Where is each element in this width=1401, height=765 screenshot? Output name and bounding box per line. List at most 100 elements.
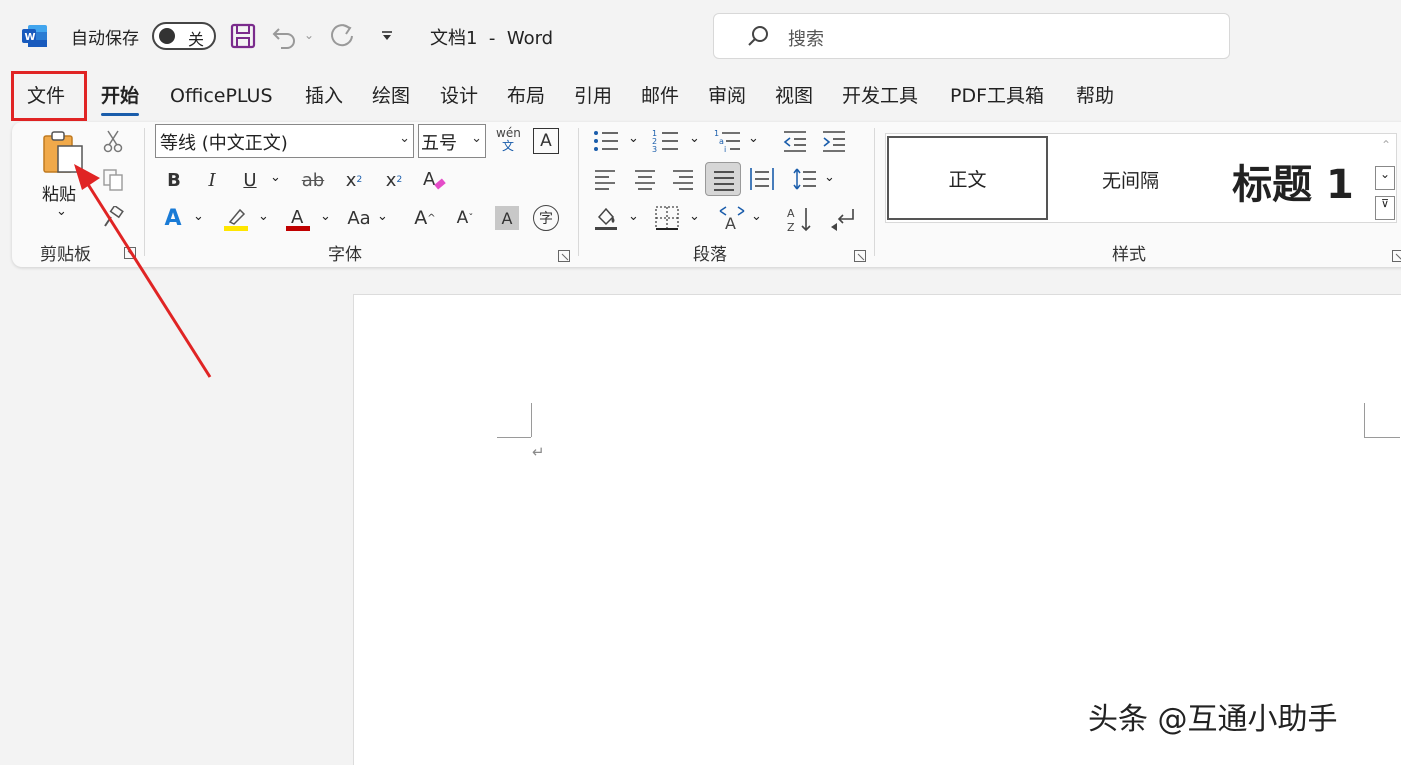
svg-text:i: i bbox=[724, 145, 726, 154]
subscript-icon[interactable]: x2 bbox=[342, 166, 366, 194]
font-color-icon[interactable]: A bbox=[284, 204, 312, 232]
annotation-arrow bbox=[60, 150, 220, 385]
customize-quick-access-icon[interactable] bbox=[372, 20, 402, 52]
sort-icon[interactable]: AZ bbox=[786, 205, 814, 237]
underline-icon[interactable]: U bbox=[238, 166, 262, 194]
word-app-icon: W bbox=[22, 24, 48, 48]
tab-officeplus[interactable]: OfficePLUS bbox=[170, 82, 273, 110]
undo-icon[interactable] bbox=[270, 20, 300, 52]
font-launcher-icon[interactable] bbox=[558, 247, 570, 266]
line-spacing-icon[interactable] bbox=[792, 166, 818, 196]
line-spacing-dropdown-icon[interactable]: ⌄ bbox=[824, 170, 835, 185]
distributed-icon[interactable] bbox=[749, 166, 775, 196]
underline-dropdown-icon[interactable]: ⌄ bbox=[270, 170, 281, 185]
margin-corner-right-h bbox=[1364, 437, 1400, 438]
search-icon bbox=[746, 24, 770, 52]
highlight-color-icon[interactable] bbox=[222, 204, 250, 232]
superscript-icon[interactable]: x2 bbox=[382, 166, 406, 194]
phonetic-guide-icon[interactable]: wén 文 bbox=[496, 127, 520, 153]
toggle-knob bbox=[159, 28, 175, 44]
redo-icon[interactable] bbox=[328, 20, 358, 52]
svg-text:3: 3 bbox=[652, 145, 657, 154]
chinese-layout-icon[interactable]: A bbox=[718, 205, 746, 235]
group-label-paragraph: 段落 bbox=[693, 240, 727, 265]
chinese-layout-dropdown-icon[interactable]: ⌄ bbox=[751, 209, 762, 224]
document-title: 文档1 - Word bbox=[430, 24, 553, 50]
tab-design[interactable]: 设计 bbox=[440, 82, 478, 110]
style-normal-label: 正文 bbox=[889, 165, 1046, 192]
change-case-dropdown-icon[interactable]: ⌄ bbox=[377, 209, 388, 224]
tab-view[interactable]: 视图 bbox=[775, 82, 813, 110]
align-right-icon[interactable] bbox=[671, 167, 695, 195]
file-tab-highlight bbox=[11, 71, 87, 121]
svg-text:A: A bbox=[725, 214, 736, 231]
tab-layout[interactable]: 布局 bbox=[507, 82, 545, 110]
tab-help[interactable]: 帮助 bbox=[1076, 82, 1114, 110]
svg-text:W: W bbox=[25, 32, 36, 43]
autosave-toggle[interactable]: 关 bbox=[152, 22, 216, 50]
borders-icon[interactable] bbox=[654, 205, 680, 235]
numbering-dropdown-icon[interactable]: ⌄ bbox=[689, 131, 700, 146]
font-size-value: 五号 bbox=[421, 133, 457, 154]
styles-scroll-up-icon[interactable]: ⌃ bbox=[1376, 138, 1396, 160]
tab-insert[interactable]: 插入 bbox=[305, 82, 343, 110]
font-color-dropdown-icon[interactable]: ⌄ bbox=[320, 209, 331, 224]
paragraph-launcher-icon[interactable] bbox=[854, 247, 866, 266]
tab-developer[interactable]: 开发工具 bbox=[842, 82, 918, 110]
clear-formatting-icon[interactable]: A bbox=[420, 166, 448, 194]
font-size-select[interactable]: 五号 ⌄ bbox=[418, 124, 486, 158]
style-no-spacing[interactable]: 无间隔 bbox=[1050, 136, 1211, 220]
tab-references[interactable]: 引用 bbox=[574, 82, 612, 110]
styles-more-icon[interactable]: ⊽ bbox=[1375, 196, 1395, 220]
undo-dropdown-icon[interactable]: ⌄ bbox=[304, 28, 314, 42]
tab-pdf-toolbox[interactable]: PDF工具箱 bbox=[950, 82, 1044, 110]
watermark: 头条 @互通小助手 bbox=[1088, 694, 1338, 738]
numbering-icon[interactable]: 123 bbox=[652, 128, 680, 158]
svg-text:A: A bbox=[291, 207, 304, 228]
group-label-styles: 样式 bbox=[1112, 240, 1146, 265]
margin-corner-left-h bbox=[497, 437, 531, 438]
paragraph-mark: ↵ bbox=[532, 443, 545, 461]
save-icon[interactable] bbox=[228, 20, 258, 52]
search-placeholder: 搜索 bbox=[788, 25, 824, 51]
multilevel-dropdown-icon[interactable]: ⌄ bbox=[748, 131, 759, 146]
grow-font-icon[interactable]: A^ bbox=[412, 204, 438, 232]
align-left-icon[interactable] bbox=[593, 167, 617, 195]
align-center-icon[interactable] bbox=[633, 167, 657, 195]
search-box[interactable]: 搜索 bbox=[713, 13, 1230, 59]
autosave-label: 自动保存 bbox=[71, 24, 139, 49]
strikethrough-icon[interactable]: ab bbox=[300, 166, 326, 194]
character-border-icon[interactable]: A bbox=[533, 128, 559, 154]
increase-indent-icon[interactable] bbox=[821, 128, 847, 158]
character-shading-icon[interactable]: A bbox=[495, 206, 519, 230]
svg-text:A: A bbox=[423, 169, 436, 190]
shrink-font-icon[interactable]: Aˇ bbox=[452, 204, 478, 232]
bullets-dropdown-icon[interactable]: ⌄ bbox=[628, 131, 639, 146]
svg-text:Z: Z bbox=[787, 221, 795, 233]
borders-dropdown-icon[interactable]: ⌄ bbox=[689, 209, 700, 224]
group-label-font: 字体 bbox=[328, 240, 362, 265]
justify-icon bbox=[712, 168, 736, 192]
justify-button[interactable] bbox=[705, 162, 741, 196]
tab-draw[interactable]: 绘图 bbox=[372, 82, 410, 110]
margin-corner-right bbox=[1364, 403, 1365, 437]
show-paragraph-marks-icon[interactable] bbox=[829, 205, 857, 237]
styles-scroll-down-icon[interactable]: ⌄ bbox=[1375, 166, 1395, 190]
style-normal[interactable]: 正文 bbox=[887, 136, 1048, 220]
shading-icon[interactable] bbox=[593, 205, 619, 235]
shading-dropdown-icon[interactable]: ⌄ bbox=[628, 209, 639, 224]
enclose-characters-icon[interactable]: 字 bbox=[533, 205, 559, 231]
tab-home[interactable]: 开始 bbox=[101, 82, 139, 110]
styles-launcher-icon[interactable] bbox=[1392, 247, 1401, 266]
style-no-spacing-label: 无间隔 bbox=[1050, 166, 1211, 193]
highlight-dropdown-icon[interactable]: ⌄ bbox=[258, 209, 269, 224]
toggle-state: 关 bbox=[188, 26, 204, 50]
tab-review[interactable]: 审阅 bbox=[708, 82, 746, 110]
decrease-indent-icon[interactable] bbox=[782, 128, 808, 158]
bullets-icon[interactable] bbox=[592, 128, 620, 158]
tab-mailings[interactable]: 邮件 bbox=[641, 82, 679, 110]
style-heading-1[interactable]: 标题 1 bbox=[1213, 136, 1373, 220]
phonetic-guide-bottom: 文 bbox=[496, 140, 520, 153]
multilevel-list-icon[interactable]: 1ai bbox=[714, 128, 742, 158]
change-case-icon[interactable]: Aa bbox=[344, 204, 374, 232]
